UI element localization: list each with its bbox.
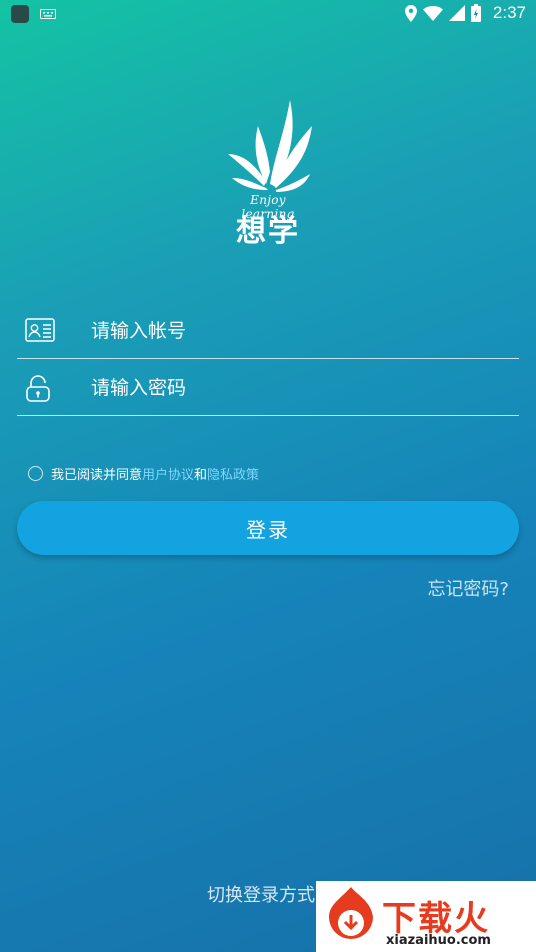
fire-logo-icon bbox=[329, 887, 373, 939]
switch-login-method-link[interactable]: 切换登录方式 bbox=[207, 881, 315, 907]
agreement-checkbox[interactable] bbox=[28, 465, 43, 481]
clock: 2:37 bbox=[492, 3, 526, 22]
watermark: 下载火 xiazaihuo.com bbox=[316, 881, 536, 952]
privacy-policy-link[interactable]: 隐私政策 bbox=[207, 464, 259, 483]
lock-icon bbox=[26, 375, 50, 402]
location-icon bbox=[404, 4, 417, 22]
user-agreement-link[interactable]: 用户协议 bbox=[142, 464, 194, 483]
keyboard-icon bbox=[40, 9, 56, 19]
agreement-row: 我已阅读并同意 用户协议 和 隐私政策 bbox=[28, 463, 259, 483]
password-input[interactable] bbox=[89, 369, 493, 407]
wifi-icon bbox=[422, 5, 443, 21]
signal-icon bbox=[448, 5, 465, 21]
status-bar: 2:37 bbox=[0, 0, 536, 28]
logo-app-name: 想学 bbox=[236, 214, 300, 249]
account-input[interactable] bbox=[89, 312, 493, 350]
agreement-and: 和 bbox=[194, 467, 208, 483]
watermark-url: xiazaihuo.com bbox=[386, 933, 491, 948]
forgot-password-link[interactable]: 忘记密码? bbox=[427, 575, 509, 601]
id-card-icon bbox=[25, 318, 55, 342]
battery-icon bbox=[470, 4, 481, 22]
account-field bbox=[17, 302, 519, 359]
password-field bbox=[17, 359, 519, 416]
agreement-prefix: 我已阅读并同意 bbox=[51, 467, 143, 483]
app-notification-icon bbox=[11, 5, 29, 23]
login-button[interactable]: 登录 bbox=[17, 501, 519, 555]
